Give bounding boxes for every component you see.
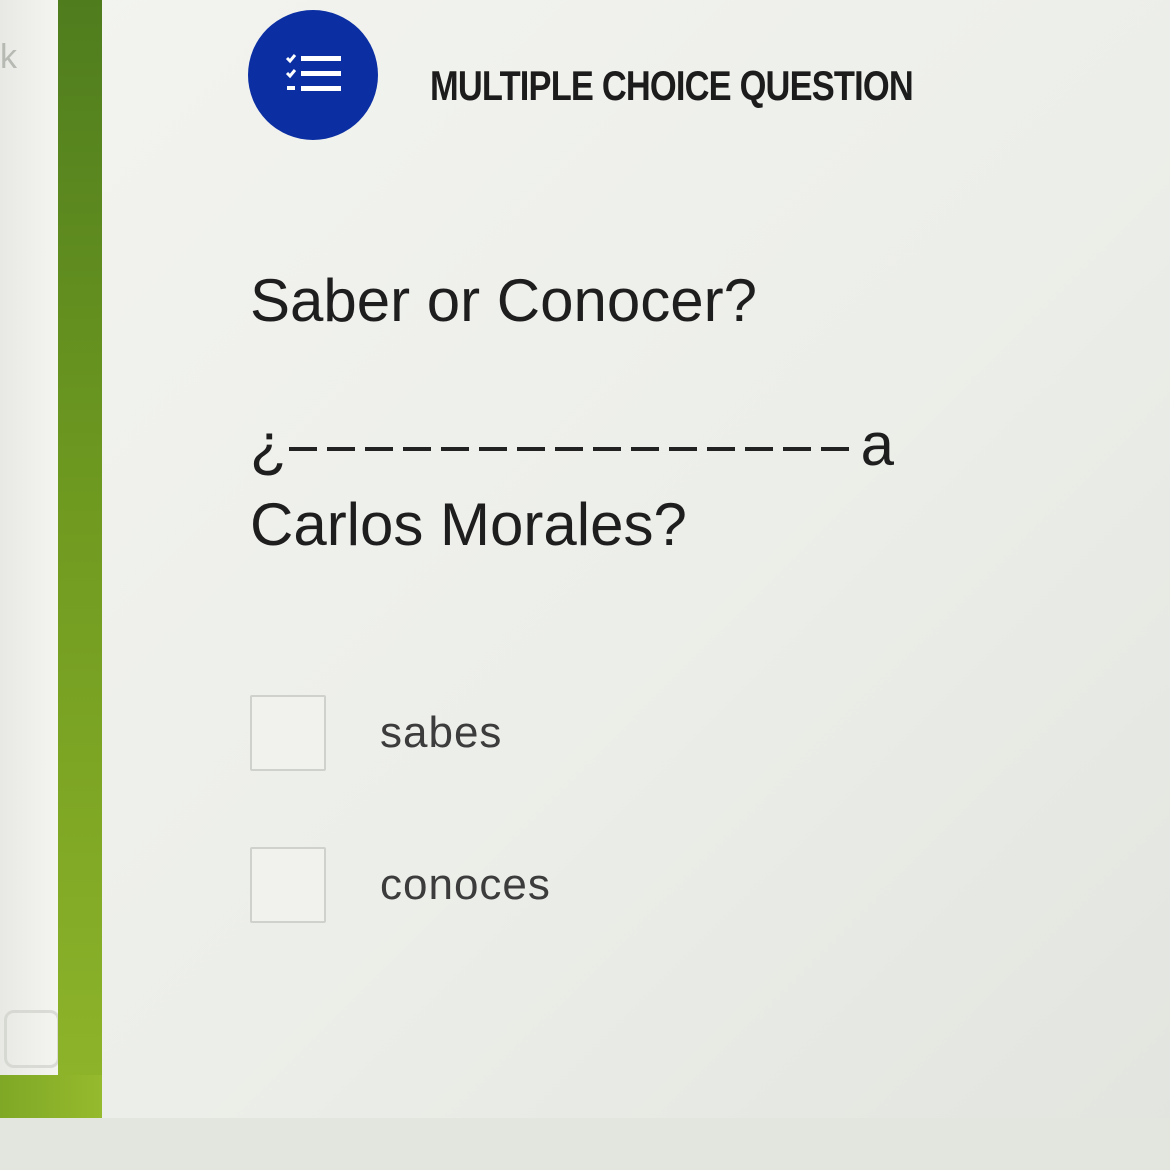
- checklist-icon: [248, 10, 378, 140]
- answer-checkbox[interactable]: [250, 695, 326, 771]
- answer-option-label: conoces: [380, 860, 551, 909]
- answer-option-label: sabes: [380, 708, 503, 757]
- question-text: ¿ a Carlos Morales?: [250, 405, 1050, 565]
- inverted-question-mark: ¿: [250, 411, 287, 478]
- active-panel-indicator-bottom: [0, 1075, 102, 1118]
- panel-badge: [4, 1010, 60, 1068]
- answer-option-sabes[interactable]: sabes: [250, 694, 502, 772]
- question-prompt: Saber or Conocer?: [250, 267, 757, 334]
- question-type-title: MULTIPLE CHOICE QUESTION: [430, 62, 914, 109]
- answer-option-conoces[interactable]: conoces: [250, 846, 551, 924]
- answer-checkbox[interactable]: [250, 847, 326, 923]
- active-panel-indicator: [58, 0, 102, 1118]
- bottom-strip: [0, 1118, 1170, 1170]
- answer-blank: [288, 447, 849, 451]
- question-text-after-blank: a Carlos Morales?: [250, 411, 895, 558]
- screen: k MULTIPLE CHOICE QUESTION Saber or Cono…: [0, 0, 1170, 1170]
- panel-text-fragment: k: [0, 38, 17, 76]
- previous-panel: k: [0, 0, 60, 1075]
